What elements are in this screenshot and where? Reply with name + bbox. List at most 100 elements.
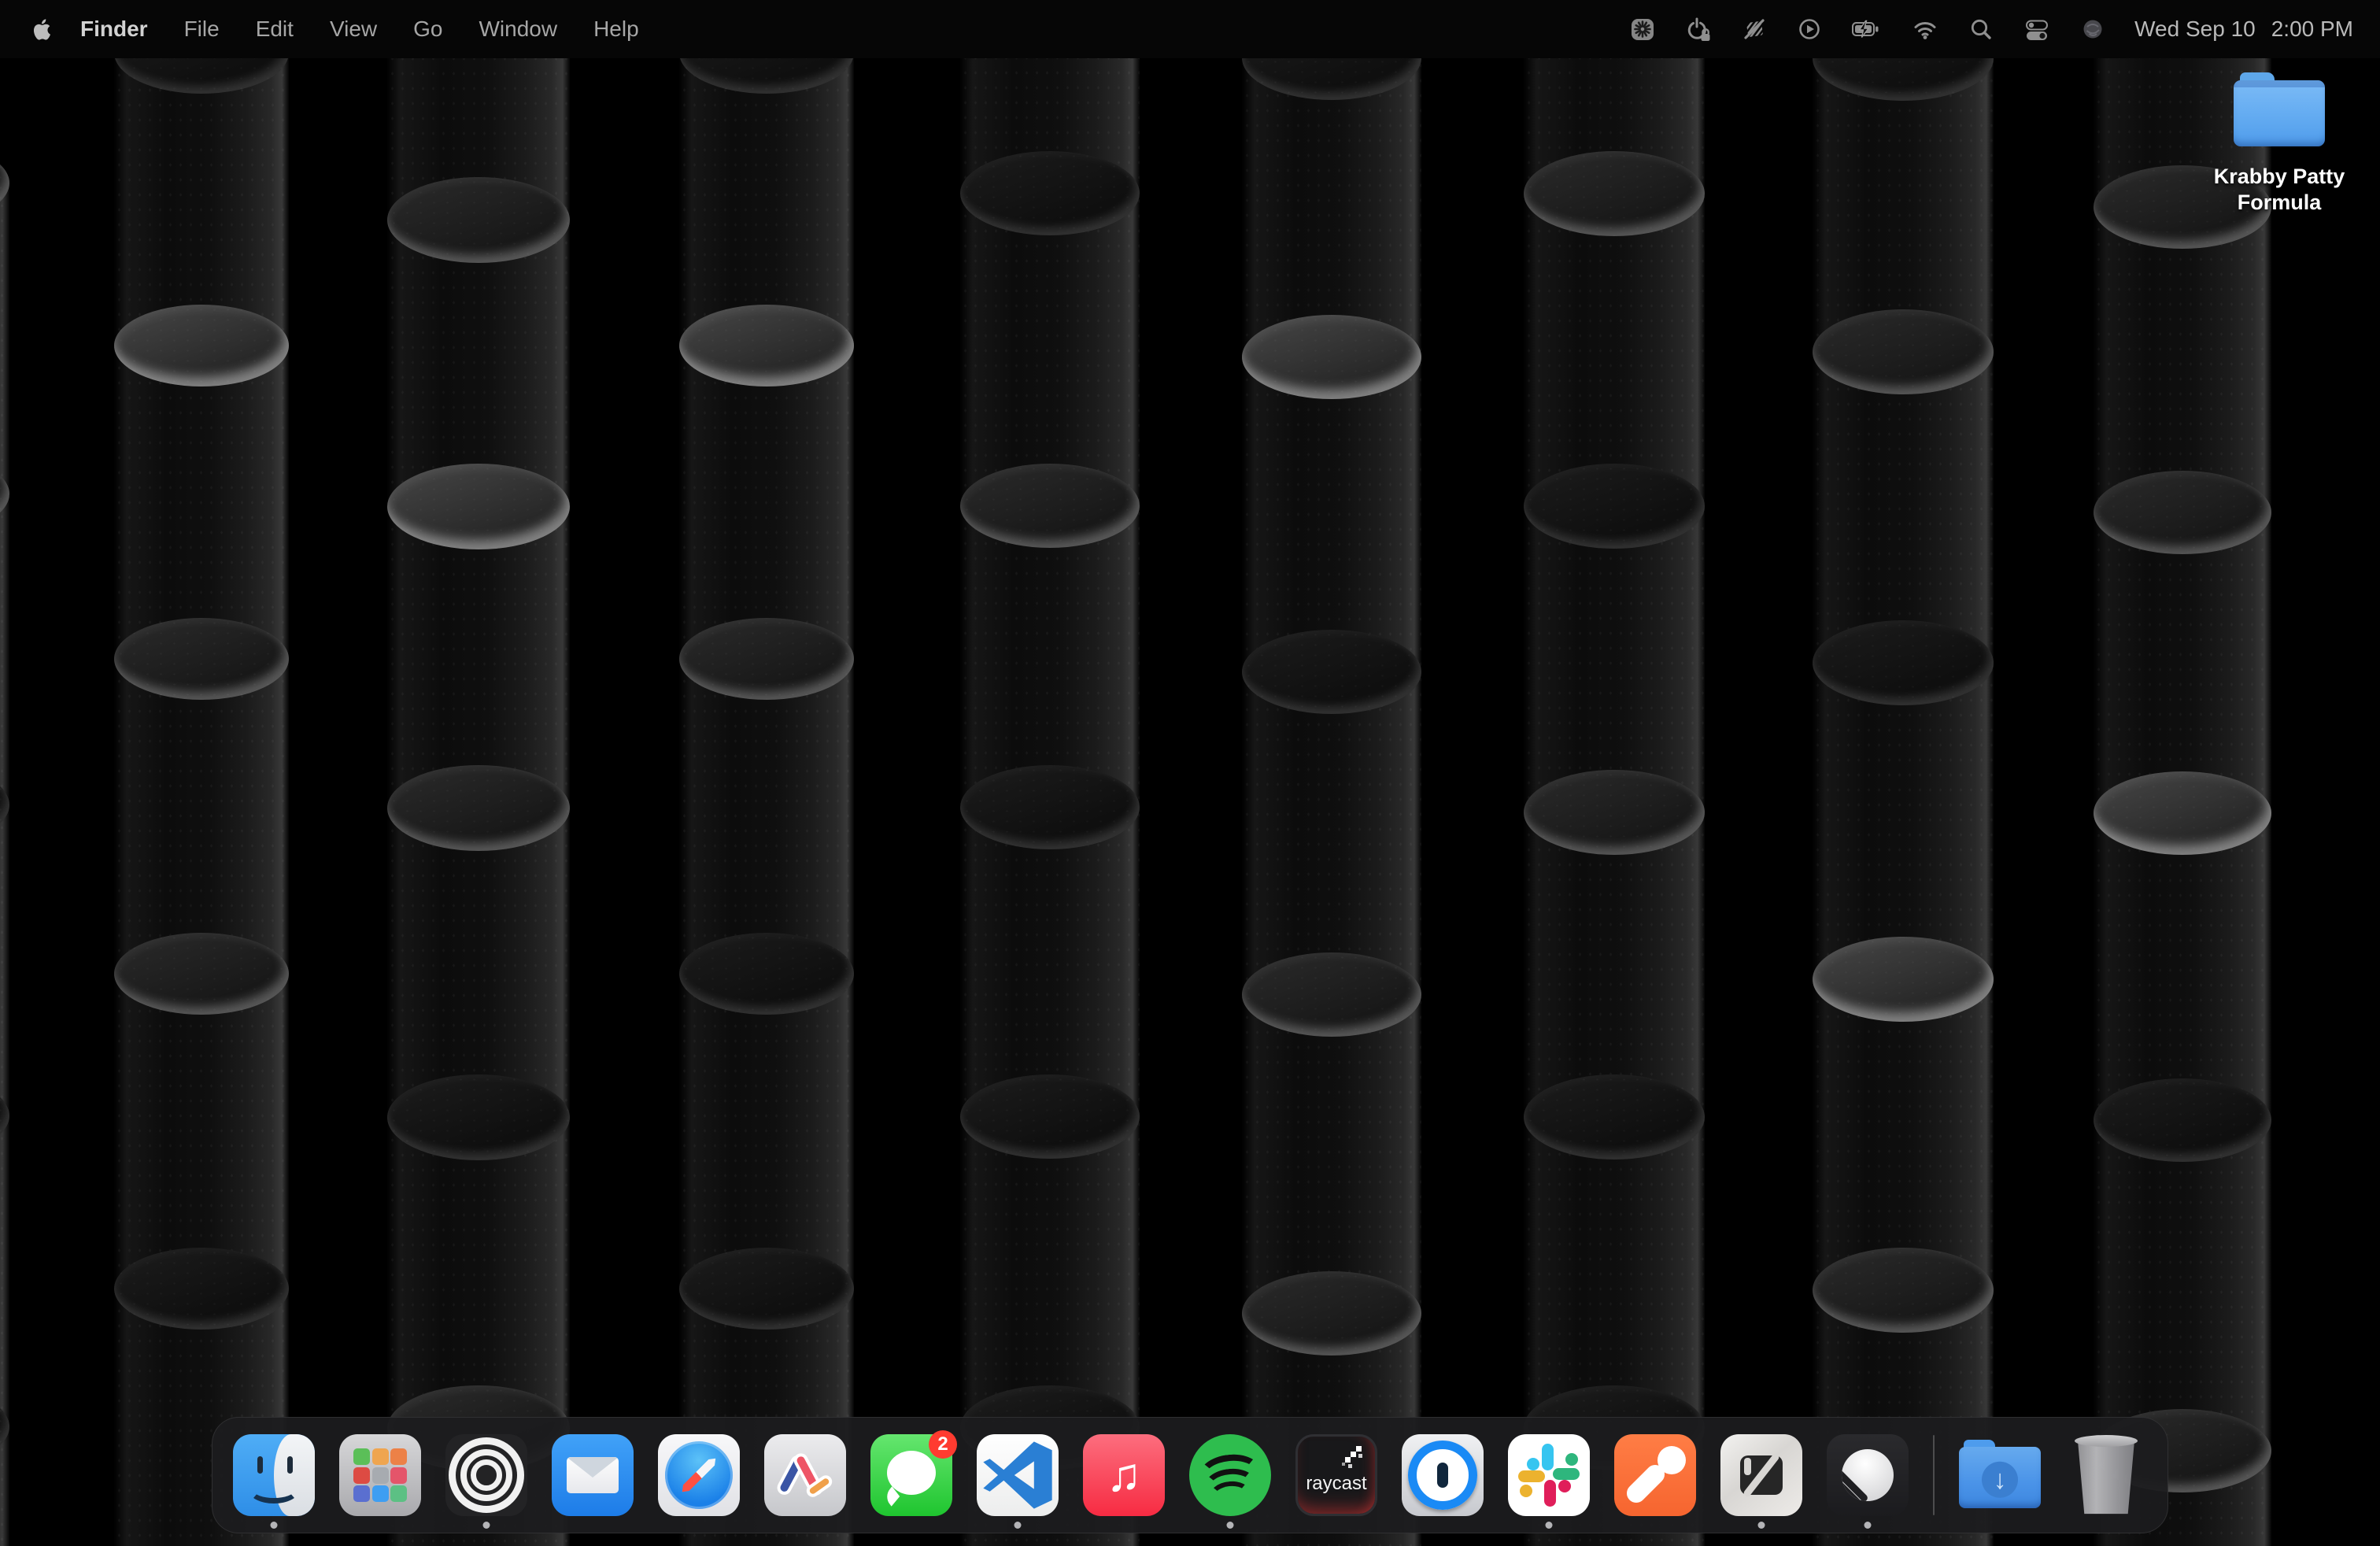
cylinder-body <box>2094 512 2271 813</box>
dock-item-downloads[interactable]: ↓ <box>1959 1418 2041 1533</box>
envelope <box>567 1457 619 1493</box>
cylinder-top <box>1242 630 1421 714</box>
dock-item-rings[interactable] <box>445 1418 527 1533</box>
power-lock-icon[interactable] <box>1684 16 1713 43</box>
onepassword-tile <box>1402 1434 1484 1516</box>
cylinder-top <box>114 1248 289 1330</box>
cylinder-top <box>679 933 854 1015</box>
dock-item-music[interactable]: ♫ <box>1083 1418 1165 1533</box>
dock-item-launchpad[interactable] <box>339 1418 421 1533</box>
menu-item-edit[interactable]: Edit <box>238 17 312 42</box>
cylinder-body <box>387 1118 570 1429</box>
cylinder-top <box>960 765 1140 849</box>
slack-dot-blue <box>1527 1458 1539 1470</box>
wifi-icon[interactable] <box>1911 16 1939 43</box>
finder-left-eye <box>257 1456 263 1474</box>
inner-ring <box>471 1459 502 1491</box>
cylinder-top <box>679 1248 854 1330</box>
cylinder-body <box>1242 58 1421 357</box>
folder-icon <box>2234 72 2325 148</box>
menu-item-window[interactable]: Window <box>460 17 575 42</box>
menu-item-help[interactable]: Help <box>575 17 657 42</box>
cylinder-body <box>1242 995 1421 1314</box>
control-center-icon[interactable] <box>2023 16 2051 43</box>
dock-item-vscode[interactable] <box>977 1418 1059 1533</box>
cylinder-top <box>960 151 1140 235</box>
battery-charging-icon[interactable] <box>1851 16 1883 43</box>
running-indicator <box>1758 1522 1765 1529</box>
mute-stripes-icon[interactable] <box>1741 16 1768 43</box>
safari-tile <box>658 1434 740 1516</box>
rings-tile <box>445 1434 527 1516</box>
raycast-label: raycast <box>1298 1473 1375 1495</box>
cylinder-top <box>387 177 570 263</box>
running-indicator <box>1014 1522 1022 1529</box>
trash-rim <box>2075 1435 2138 1447</box>
menu-item-file[interactable]: File <box>166 17 238 42</box>
postman-figure-head <box>1658 1446 1686 1474</box>
wallpaper-cylinder-column <box>0 0 9 1546</box>
dock-item-trash[interactable] <box>2065 1418 2147 1533</box>
cylinder-top <box>387 464 570 549</box>
cylinder-top <box>679 618 854 700</box>
finder-right-eye <box>287 1456 293 1474</box>
cylinder-body <box>679 53 854 346</box>
cylinder-top <box>114 618 289 700</box>
menu-bar-clock[interactable]: Wed Sep 10 2:00 PM <box>2134 17 2353 42</box>
wallpaper-cylinder-column <box>1242 0 1421 1546</box>
cylinder-body <box>2094 1120 2271 1451</box>
menu-item-finder[interactable]: Finder <box>62 17 166 42</box>
starburst-icon[interactable] <box>1629 16 1656 43</box>
dock-item-linear[interactable] <box>1827 1418 1909 1533</box>
dock-item-zed[interactable] <box>1720 1418 1802 1533</box>
linear-circle <box>1842 1449 1894 1501</box>
dock-item-arc[interactable] <box>764 1418 846 1533</box>
cylinder-body <box>0 1427 9 1546</box>
dock-item-safari[interactable] <box>658 1418 740 1533</box>
speech-bubble <box>887 1451 936 1495</box>
cylinder-top <box>960 1074 1140 1159</box>
cylinder-body <box>387 507 570 808</box>
compass-needle <box>678 1455 719 1496</box>
folder-label-line1: Krabby Patty <box>2214 164 2345 190</box>
dock-item-messages[interactable]: 2 <box>870 1418 952 1533</box>
apple-menu-icon[interactable] <box>30 17 51 42</box>
profile-icon[interactable] <box>2079 16 2106 43</box>
now-playing-icon[interactable] <box>1796 16 1823 43</box>
launchpad-app-cell <box>372 1485 389 1502</box>
wallpaper-cylinder-column <box>1524 0 1705 1546</box>
slack-tile <box>1508 1434 1590 1516</box>
launchpad-app-cell <box>390 1485 407 1502</box>
cylinder-body <box>1242 357 1421 672</box>
cylinder-body <box>1813 663 1994 979</box>
notification-badge: 2 <box>929 1430 957 1459</box>
downloads-folder-body: ↓ <box>1959 1447 2041 1508</box>
trash-bin <box>2073 1435 2139 1515</box>
finder-tile <box>233 1434 315 1516</box>
dock-item-slack[interactable] <box>1508 1418 1590 1533</box>
cylinder-body <box>960 506 1140 808</box>
downloads-folder: ↓ <box>1959 1440 2041 1511</box>
wallpaper-cylinder-column <box>2094 0 2271 1546</box>
dock-item-raycast[interactable]: raycast <box>1295 1418 1377 1533</box>
dock-item-postman[interactable] <box>1614 1418 1696 1533</box>
dock-item-finder[interactable] <box>233 1418 315 1533</box>
dock-item-mail[interactable] <box>552 1418 634 1533</box>
slack-dot-green <box>1565 1453 1578 1466</box>
desktop-folder-krabby-patty-formula[interactable]: Krabby Patty Formula <box>2208 72 2350 216</box>
menu-item-go[interactable]: Go <box>395 17 460 42</box>
cylinder-body <box>1813 979 1994 1290</box>
cylinder-top <box>387 765 570 851</box>
folder-label-line2: Formula <box>2214 190 2345 216</box>
spotlight-icon[interactable] <box>1968 16 1994 43</box>
menu-item-view[interactable]: View <box>312 17 395 42</box>
cylinder-top <box>2094 1078 2271 1162</box>
slack-dot-red <box>1558 1480 1571 1492</box>
dock-item-spotify[interactable] <box>1189 1418 1271 1533</box>
dock-item-onepassword[interactable] <box>1402 1418 1484 1533</box>
folder-label: Krabby Patty Formula <box>2214 164 2345 216</box>
mail-tile <box>552 1434 634 1516</box>
raycast-logo <box>1342 1446 1364 1468</box>
menu-bar-status-area: Wed Sep 10 2:00 PM <box>1629 16 2353 43</box>
launchpad-app-cell <box>372 1467 389 1484</box>
